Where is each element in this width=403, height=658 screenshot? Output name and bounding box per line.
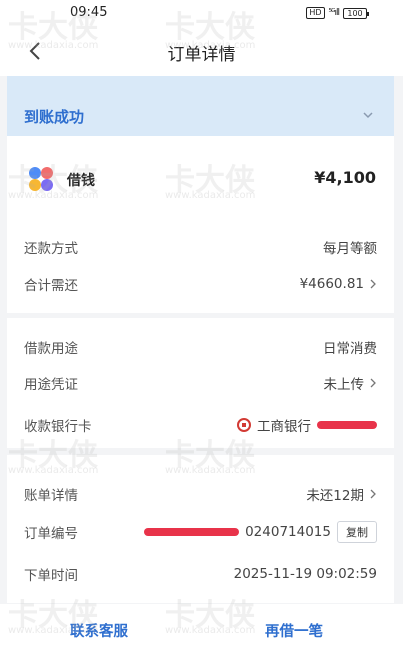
row-value: 2025-11-19 09:02:59 bbox=[233, 566, 377, 582]
watermark-url: www.kadaxia.com bbox=[165, 465, 256, 476]
battery-icon: 100 bbox=[343, 7, 369, 19]
watermark-url: www.kadaxia.com bbox=[8, 40, 99, 51]
loan-amount: ¥4,100 bbox=[314, 168, 376, 187]
row-value: ¥4660.81 bbox=[299, 276, 364, 292]
watermark-url: www.kadaxia.com bbox=[165, 190, 256, 201]
chevron-right-icon bbox=[370, 279, 376, 289]
chevron-right-icon bbox=[370, 489, 376, 499]
row-label: 借款用途 bbox=[24, 341, 78, 357]
signal-icon: ⁵ᴳıll bbox=[328, 8, 340, 18]
watermark-url: www.kadaxia.com bbox=[165, 40, 256, 51]
borrow-again-button[interactable]: 再借一笔 bbox=[265, 620, 323, 641]
row-value: 每月等额 bbox=[323, 241, 377, 257]
chevron-right-icon bbox=[370, 378, 376, 388]
order-time-row: 下单时间 2025-11-19 09:02:59 bbox=[24, 563, 377, 585]
row-label: 用途凭证 bbox=[24, 377, 78, 393]
redaction-mark bbox=[317, 421, 377, 429]
hd-icon: HD bbox=[306, 7, 325, 19]
copy-button[interactable]: 复制 bbox=[337, 521, 377, 543]
row-value: 未上传 bbox=[323, 377, 365, 393]
order-detail-page: 09:45 HD ⁵ᴳıll 100 订单详情 到账成功 借钱 ¥4,100 还… bbox=[0, 0, 403, 658]
redaction-mark bbox=[144, 528, 240, 536]
row-value: 日常消费 bbox=[323, 341, 377, 357]
watermark-url: www.kadaxia.com bbox=[8, 465, 99, 476]
row-value-wrap: 0240714015 复制 bbox=[144, 521, 377, 543]
order-number-row: 订单编号 0240714015 复制 bbox=[24, 521, 377, 543]
repay-method-row: 还款方式 每月等额 bbox=[24, 236, 377, 258]
status-icons: HD ⁵ᴳıll 100 bbox=[306, 6, 369, 20]
row-value-wrap: 未还12期 bbox=[306, 484, 377, 504]
purpose-proof-row[interactable]: 用途凭证 未上传 bbox=[24, 372, 377, 394]
watermark-url: www.kadaxia.com bbox=[165, 625, 256, 636]
status-banner[interactable]: 到账成功 bbox=[7, 76, 394, 136]
loan-purpose-card: 借款用途 日常消费 用途凭证 未上传 收款银行卡 工商银行 bbox=[7, 318, 394, 448]
row-label: 下单时间 bbox=[24, 568, 78, 584]
row-label: 还款方式 bbox=[24, 241, 78, 257]
chevron-down-icon[interactable] bbox=[362, 110, 374, 120]
bill-detail-row[interactable]: 账单详情 未还12期 bbox=[24, 483, 377, 505]
row-label: 账单详情 bbox=[24, 488, 78, 504]
row-label: 合计需还 bbox=[24, 278, 78, 294]
total-due-row[interactable]: 合计需还 ¥4660.81 bbox=[24, 273, 377, 295]
row-value: 0240714015 bbox=[245, 524, 331, 540]
row-value-wrap: 工商银行 bbox=[237, 415, 377, 435]
watermark-url: www.kadaxia.com bbox=[8, 190, 99, 201]
row-value: 工商银行 bbox=[257, 419, 311, 435]
row-value: 未还12期 bbox=[306, 488, 364, 504]
row-value-wrap: ¥4660.81 bbox=[300, 276, 377, 292]
status-text: 到账成功 bbox=[24, 108, 85, 126]
order-info-card: 账单详情 未还12期 订单编号 0240714015 复制 下单时间 2025-… bbox=[7, 455, 394, 603]
row-value-wrap: 未上传 bbox=[324, 373, 378, 393]
purpose-row: 借款用途 日常消费 bbox=[24, 336, 377, 358]
watermark-url: www.kadaxia.com bbox=[8, 625, 99, 636]
row-label: 订单编号 bbox=[24, 526, 78, 542]
